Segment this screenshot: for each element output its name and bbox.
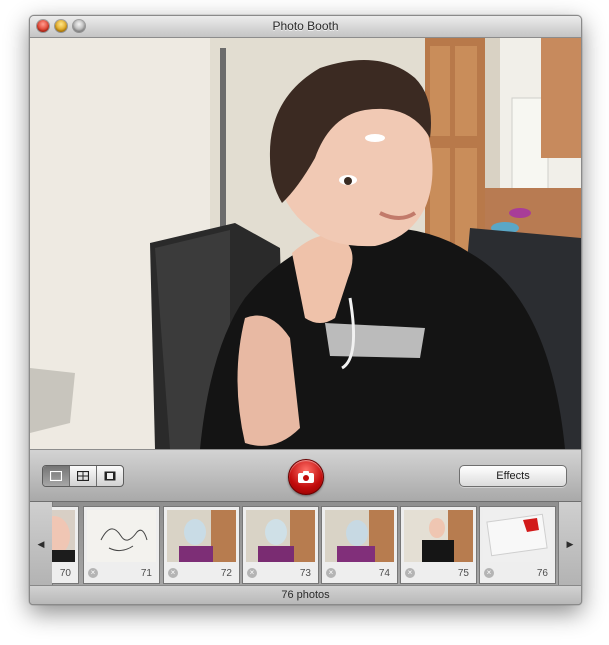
thumbnail-number: 73: [299, 568, 311, 579]
scroll-left-button[interactable]: ◀: [30, 502, 53, 586]
four-up-icon[interactable]: [69, 466, 96, 486]
thumbnail-delete-icon[interactable]: ×: [326, 568, 336, 578]
thumbnail-number: 71: [140, 568, 152, 579]
thumbnail-72[interactable]: × 72: [163, 506, 240, 584]
thumbnail-delete-icon[interactable]: ×: [484, 568, 494, 578]
thumbnail-delete-icon[interactable]: ×: [88, 568, 98, 578]
thumbnail-75[interactable]: × 75: [400, 506, 477, 584]
thumbnail-delete-icon[interactable]: ×: [405, 568, 415, 578]
thumbnail-delete-icon[interactable]: ×: [168, 568, 178, 578]
thumbnail-72-image: [167, 510, 236, 562]
thumbnail-74[interactable]: × 74: [321, 506, 398, 584]
thumbnail-delete-icon[interactable]: ×: [247, 568, 257, 578]
thumbnail-73-image: [246, 510, 315, 562]
thumbnail-70[interactable]: × 70: [52, 506, 79, 584]
thumbnail-71-image: [87, 510, 156, 562]
photo-strip: ◀ × 70 × 71 × 72: [30, 501, 581, 586]
thumbnail-number: 75: [457, 568, 469, 579]
view-mode-selector[interactable]: [42, 465, 124, 487]
thumbnail-75-image: [404, 510, 473, 562]
thumbnail-76-image: [483, 510, 552, 562]
take-photo-button[interactable]: [288, 459, 324, 495]
camera-preview: [30, 38, 581, 449]
control-bar: Effects: [30, 449, 581, 501]
effects-button[interactable]: Effects: [459, 465, 567, 487]
scroll-right-button[interactable]: ▶: [558, 502, 581, 586]
thumbnail-number: 76: [536, 568, 548, 579]
single-photo-icon[interactable]: [43, 466, 69, 486]
thumbnail-73[interactable]: × 73: [242, 506, 319, 584]
thumbnail-76[interactable]: × 76: [479, 506, 556, 584]
thumbnail-list: × 70 × 71 × 72 ×: [52, 506, 559, 584]
photo-count-status: 76 photos: [30, 585, 581, 604]
movie-clip-icon[interactable]: [96, 466, 123, 486]
photo-booth-window: Photo Booth Effects ◀ 70 × 71 × 72 × 73 …: [29, 15, 582, 605]
thumbnail-number: 74: [378, 568, 390, 579]
thumbnail-number: 70: [59, 568, 71, 579]
thumbnail-70-image: [52, 510, 75, 562]
title-bar[interactable]: Photo Booth: [30, 16, 581, 38]
thumbnail-74-image: [325, 510, 394, 562]
thumbnail-number: 72: [220, 568, 232, 579]
camera-icon: [298, 471, 314, 483]
window-title: Photo Booth: [272, 19, 339, 33]
thumbnail-71[interactable]: × 71: [83, 506, 160, 584]
